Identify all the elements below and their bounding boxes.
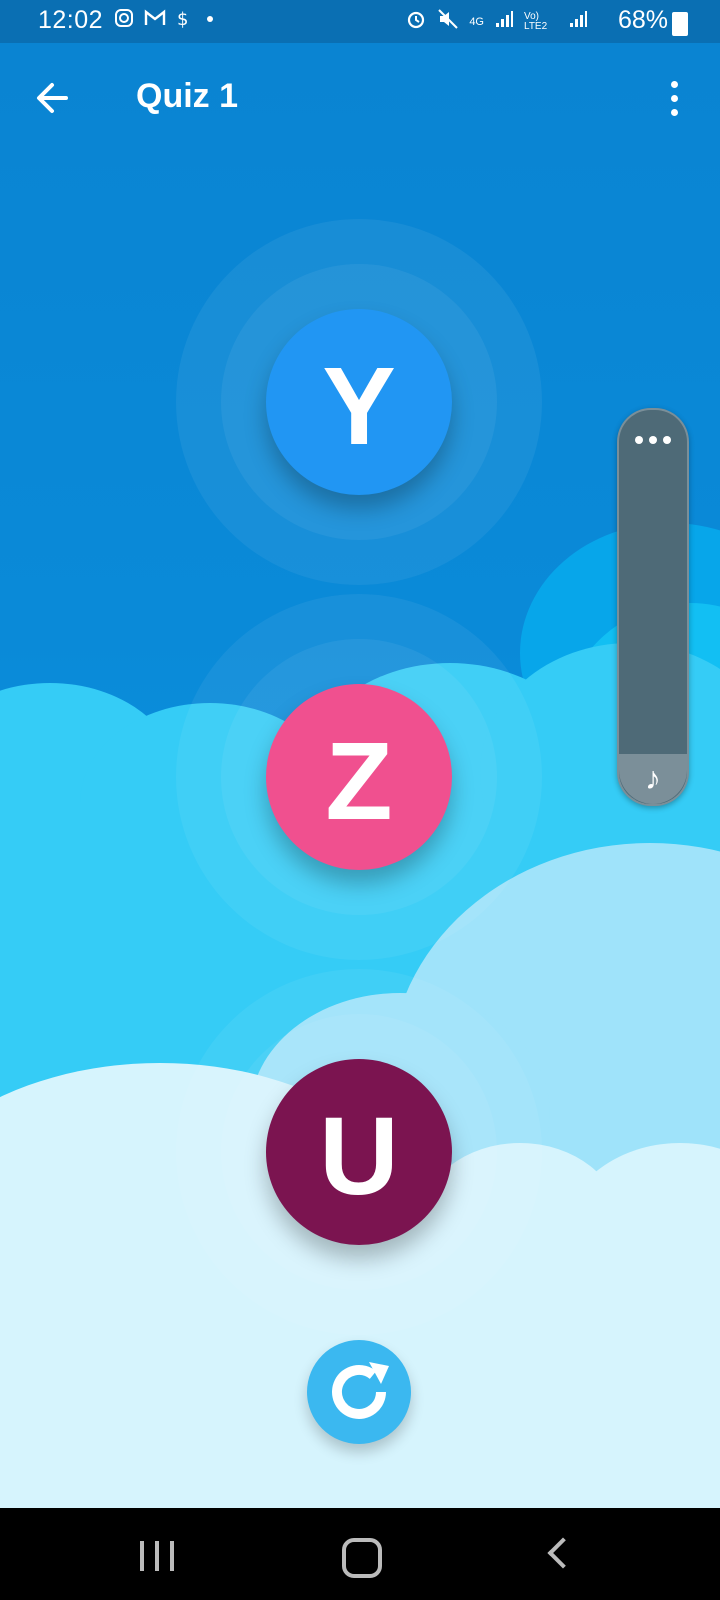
dot-icon [200,9,218,33]
status-icons-left: $ [114,8,218,34]
arrow-left-icon [37,83,68,113]
battery-level: 68% [617,6,668,34]
status-icons-right: 4G Vo) LTE2 [405,8,588,35]
more-dot [649,436,657,444]
status-bar: 12:02 $ 4G Vo) LTE2 68% [0,0,720,43]
replay-icon [332,1362,389,1419]
instagram-icon [114,8,134,34]
recent-bar [140,1541,144,1571]
status-time: 12:02 [38,6,104,34]
more-vert-icon [671,81,678,88]
4g-icon: 4G [469,15,484,28]
recent-apps-icon[interactable] [140,1541,174,1571]
side-volume-panel[interactable]: ♪ [617,408,689,806]
replay-button[interactable] [307,1340,411,1444]
gmail-icon [144,9,166,33]
more-horiz-icon[interactable] [635,434,671,446]
signal-2-icon [568,9,588,34]
dollar-icon: $ [176,8,190,34]
back-icon[interactable] [547,1537,579,1569]
letter-y-button[interactable]: Y [266,309,452,495]
page-title: Quiz 1 [136,77,239,115]
letter-u-button[interactable]: U [266,1059,452,1245]
more-options-button[interactable] [664,77,684,121]
more-vert-dot [671,109,678,116]
volte-icon: Vo) LTE2 [524,10,548,32]
music-note-icon[interactable]: ♪ [619,754,687,804]
home-icon[interactable] [342,1538,382,1578]
signal-icon [494,9,514,34]
recent-bar [170,1541,174,1571]
more-dot [635,436,643,444]
app-bar: Quiz 1 [0,43,720,153]
letter-z-button[interactable]: Z [266,684,452,870]
mute-icon [437,8,459,35]
more-dot [663,436,671,444]
alarm-icon [405,8,427,35]
battery-icon [672,12,688,36]
navigation-bar [0,1508,720,1600]
svg-text:$: $ [177,9,188,28]
more-vert-dot [671,95,678,102]
back-button[interactable] [30,75,76,121]
recent-bar [155,1541,159,1571]
